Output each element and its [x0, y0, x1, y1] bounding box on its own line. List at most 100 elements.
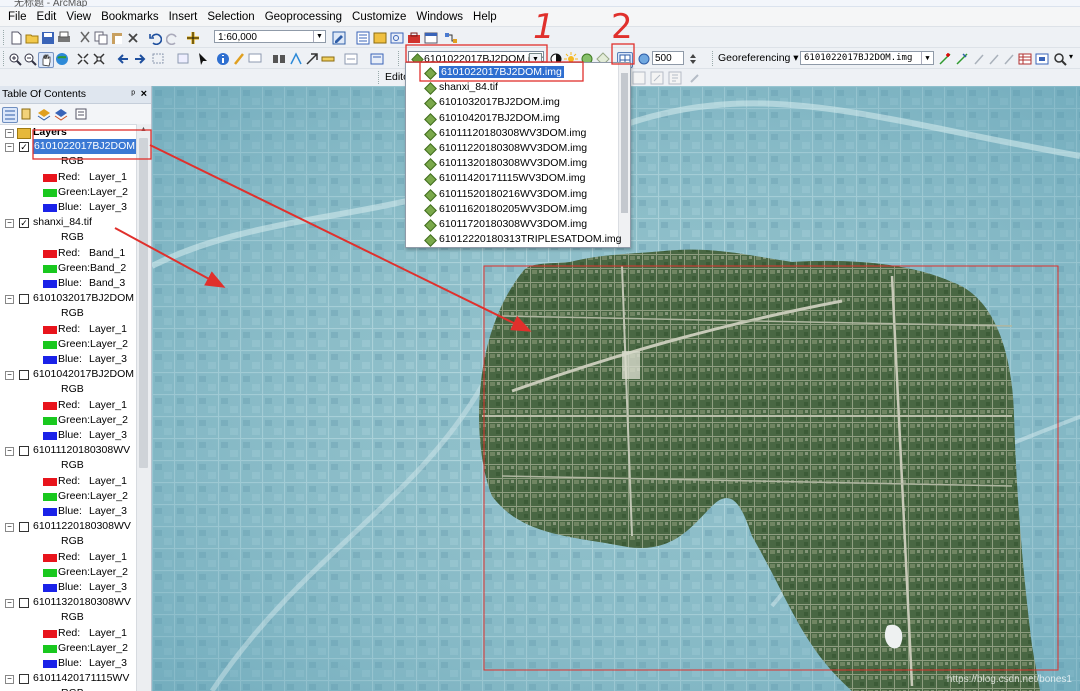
toolbar-grip[interactable] [3, 30, 7, 45]
menu-windows[interactable]: Windows [411, 7, 468, 27]
zoom-in-icon[interactable] [8, 52, 22, 66]
layer-name[interactable]: 61011420171115WV [33, 671, 129, 686]
select-elements-icon[interactable] [196, 52, 210, 66]
create-viewer-icon[interactable] [370, 52, 384, 66]
go-to-xy-icon[interactable] [305, 52, 319, 66]
catalog-icon[interactable] [373, 31, 387, 45]
view-link-table-icon[interactable] [637, 52, 651, 66]
shift-georef-icon[interactable] [987, 52, 1001, 66]
print-icon[interactable] [57, 31, 71, 45]
chevron-down-icon[interactable]: ▾ [1069, 52, 1073, 61]
dropdown-item[interactable]: 61011120180308WV3DOM.img [406, 126, 618, 141]
collapse-icon[interactable]: − [5, 371, 14, 381]
new-document-icon[interactable] [9, 31, 23, 45]
menu-help[interactable]: Help [468, 7, 502, 27]
toolbar-grip[interactable] [378, 71, 382, 84]
dropdown-item[interactable]: 61011520180216WV3DOM.img [406, 187, 618, 202]
chevron-down-icon[interactable]: ▼ [921, 52, 933, 64]
layer-visibility-checkbox[interactable] [19, 674, 29, 685]
resolution-input[interactable]: 500 [652, 51, 684, 65]
layer-visibility-checkbox[interactable] [19, 370, 29, 381]
rotate-georef-icon[interactable] [972, 52, 986, 66]
scroll-thumb[interactable] [621, 73, 628, 213]
fixed-zoom-out-icon[interactable] [92, 52, 106, 66]
spin-arrows-icon[interactable] [686, 52, 700, 66]
undo-icon[interactable] [148, 31, 162, 45]
editor-attributes-icon[interactable] [650, 71, 664, 85]
collapse-icon[interactable]: − [5, 129, 14, 138]
open-folder-icon[interactable] [25, 31, 39, 45]
scale-georef-icon[interactable] [1002, 52, 1016, 66]
collapse-icon[interactable]: − [5, 675, 14, 685]
select-features-icon[interactable] [152, 52, 166, 66]
toc-scrollbar[interactable]: ▲ [136, 124, 151, 691]
menu-bookmarks[interactable]: Bookmarks [96, 7, 164, 27]
editor-toolbar-icon[interactable] [332, 31, 346, 45]
menu-insert[interactable]: Insert [164, 7, 203, 27]
cut-icon[interactable] [78, 31, 92, 45]
collapse-icon[interactable]: − [5, 295, 14, 305]
search-window-icon[interactable] [390, 31, 404, 45]
collapse-icon[interactable]: − [5, 447, 14, 457]
dropdown-item[interactable]: 6101042017BJ2DOM.img [406, 111, 618, 126]
dropdown-item[interactable]: 61011220180308WV3DOM.img [406, 141, 618, 156]
layer-name[interactable]: shanxi_84.tif [33, 215, 92, 230]
map-scale-input[interactable]: 1:60,000 ▼ [214, 30, 326, 43]
viewer-icon[interactable] [1035, 52, 1049, 66]
list-by-selection-icon[interactable] [54, 107, 68, 121]
dropdown-item[interactable]: shanxi_84.tif [406, 80, 618, 96]
scroll-up-icon[interactable]: ▲ [140, 126, 147, 133]
find-route-icon[interactable] [289, 52, 303, 66]
toolbar-grip[interactable] [3, 51, 7, 66]
chevron-down-icon[interactable]: ▼ [313, 31, 325, 42]
hyperlink-icon[interactable] [232, 52, 246, 66]
layer-name[interactable]: 6101032017BJ2DOM [33, 291, 134, 306]
paste-icon[interactable] [110, 31, 124, 45]
layer-visibility-checkbox[interactable] [19, 294, 29, 305]
magnifier-icon[interactable] [1053, 52, 1067, 66]
menu-selection[interactable]: Selection [202, 7, 259, 27]
dropdown-item[interactable]: 61011620180205WV3DOM.img [406, 202, 618, 217]
layer-visibility-checkbox[interactable] [19, 598, 29, 609]
dropdown-item[interactable]: 61011320180308WV3DOM.img [406, 156, 618, 172]
zoom-out-icon[interactable] [23, 52, 37, 66]
layer-name[interactable]: 6101042017BJ2DOM [33, 367, 134, 382]
layer-visibility-checkbox[interactable] [19, 446, 29, 457]
add-data-icon[interactable] [186, 31, 200, 45]
forward-extent-icon[interactable] [133, 52, 147, 66]
identify-icon[interactable] [216, 52, 230, 66]
menu-customize[interactable]: Customize [347, 7, 411, 27]
back-extent-icon[interactable] [116, 52, 130, 66]
layer-name[interactable]: 61011120180308WV [33, 443, 130, 458]
layer-name[interactable]: 61011220180308WV [33, 519, 131, 534]
time-slider-icon[interactable] [344, 52, 358, 66]
dropdown-item[interactable]: 6101022017BJ2DOM.img [406, 65, 618, 80]
layer-name[interactable]: 61011320180308WV [33, 595, 131, 610]
dropdown-item[interactable]: 61012220180313TRIPLESATDOM.img [406, 232, 622, 247]
menu-edit[interactable]: Edit [32, 7, 62, 27]
redo-icon[interactable] [166, 31, 180, 45]
list-by-drawing-order-icon[interactable] [2, 107, 18, 123]
auto-adjust-icon[interactable] [955, 52, 969, 66]
python-window-icon[interactable] [424, 31, 438, 45]
sketch-properties-icon[interactable] [668, 71, 682, 85]
fixed-zoom-in-icon[interactable] [76, 52, 90, 66]
clear-selection-icon[interactable] [176, 52, 190, 66]
list-by-visibility-icon[interactable] [37, 107, 51, 121]
dropdown-item[interactable]: 61011420171115WV3DOM.img [406, 171, 618, 187]
layer-visibility-checkbox[interactable] [19, 522, 29, 533]
menu-view[interactable]: View [61, 7, 96, 27]
georeferencing-layer-select[interactable]: 6101022017BJ2DOM.img ▼ [800, 51, 934, 65]
dropdown-item[interactable]: 6101032017BJ2DOM.img [406, 95, 618, 111]
collapse-icon[interactable]: − [5, 219, 14, 229]
full-extent-icon[interactable] [55, 52, 69, 66]
add-control-points-icon[interactable] [938, 52, 952, 66]
pan-icon[interactable] [38, 52, 54, 68]
delete-icon[interactable] [126, 31, 140, 45]
toolbar-grip[interactable] [398, 51, 402, 66]
layer-visibility-checkbox[interactable]: ✓ [19, 142, 29, 153]
layer-name[interactable]: 6101022017BJ2DOM [33, 139, 136, 155]
list-by-source-icon[interactable] [20, 107, 34, 121]
layer-visibility-checkbox[interactable]: ✓ [19, 218, 29, 229]
collapse-icon[interactable]: − [5, 523, 14, 533]
